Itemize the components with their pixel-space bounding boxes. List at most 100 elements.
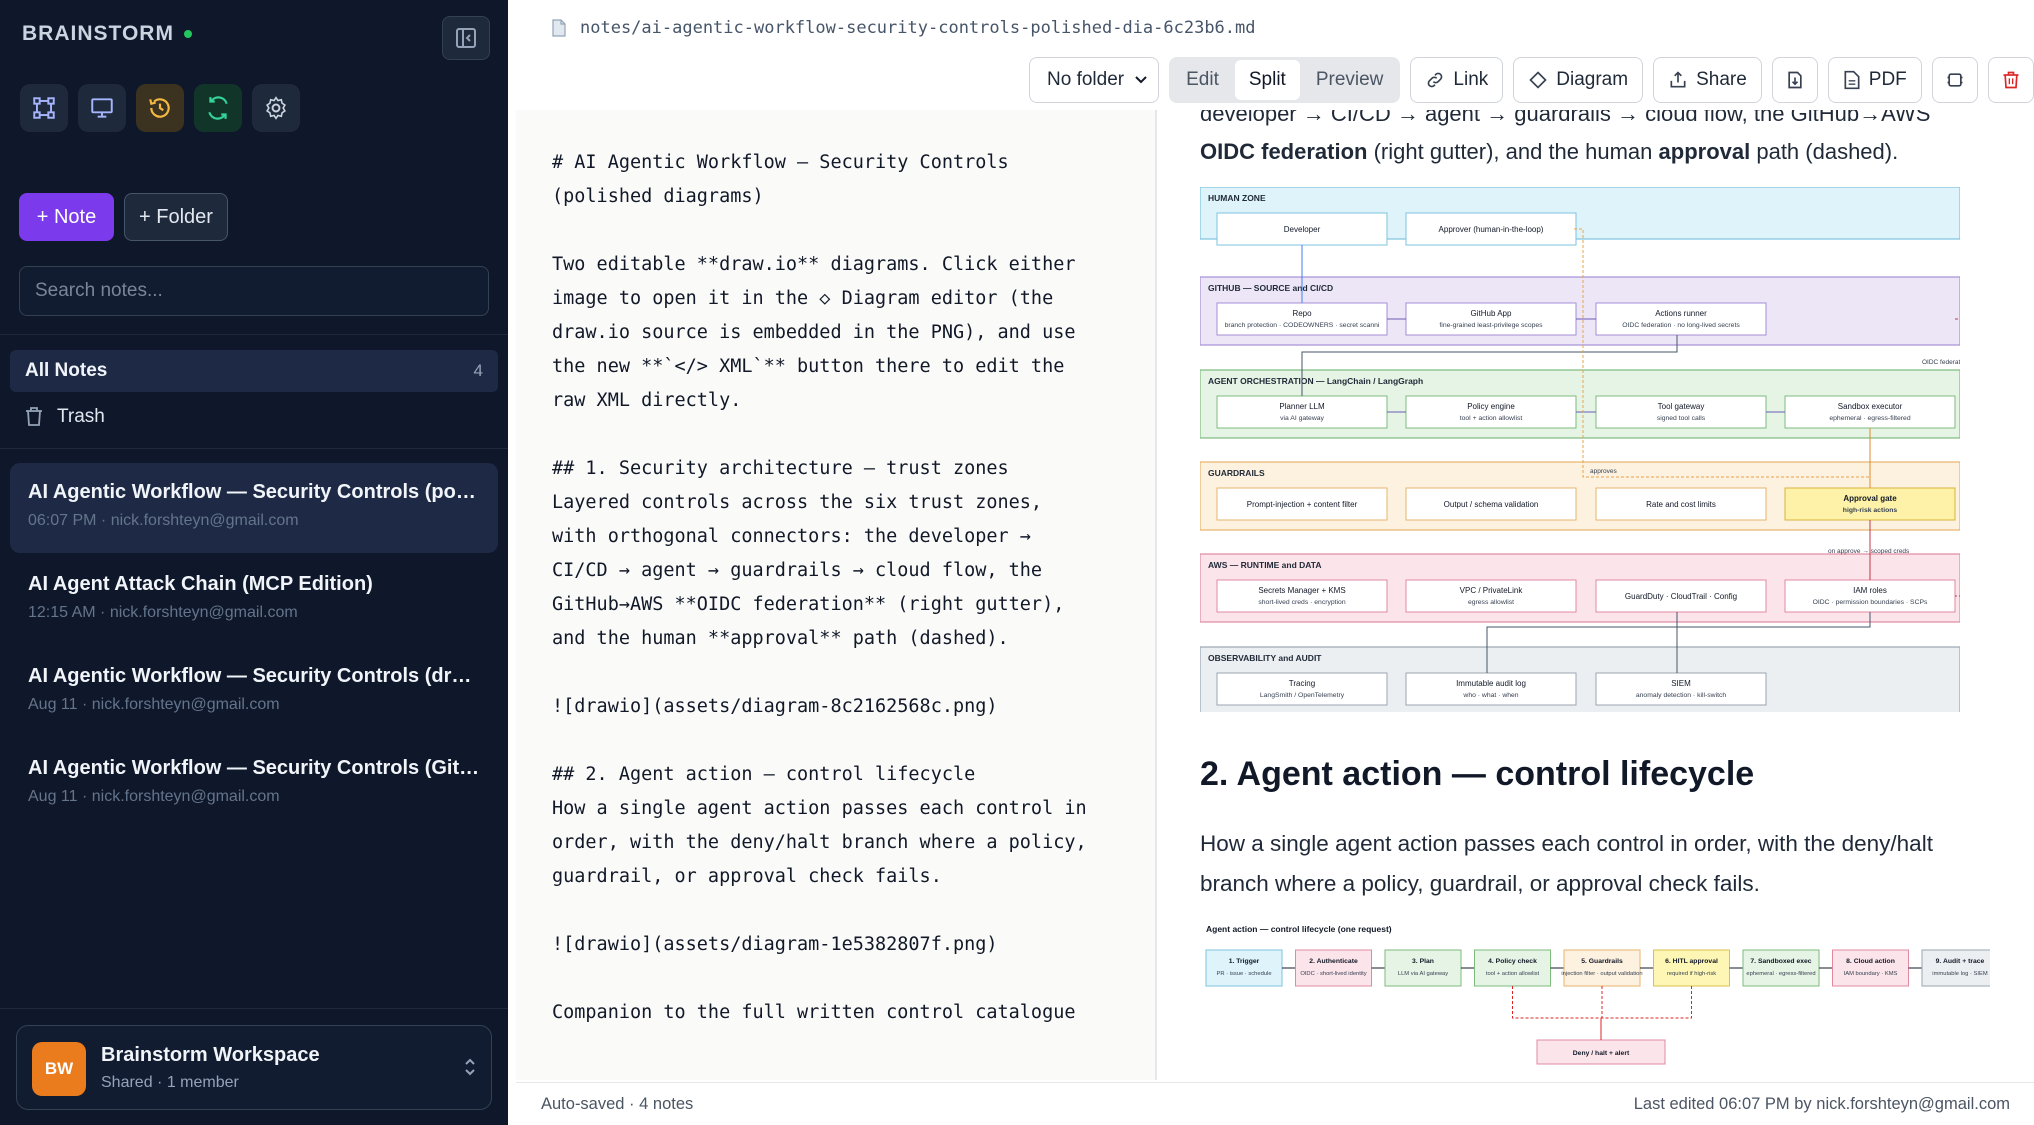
last-edited-status: Last edited 06:07 PM by nick.forshteyn@g… bbox=[1633, 1094, 2010, 1113]
diagram-button[interactable]: Diagram bbox=[1513, 57, 1644, 103]
deny-connector bbox=[1512, 986, 1602, 1040]
autosave-status: Auto-saved · 4 notes bbox=[541, 1094, 694, 1113]
note-list-item[interactable]: AI Agentic Workflow — Security Controls … bbox=[10, 647, 498, 737]
node-sublabel: tool + action allowlist bbox=[1460, 415, 1523, 422]
note-title: AI Agentic Workflow — Security Controls … bbox=[28, 757, 480, 779]
step-label: 9. Audit + trace bbox=[1936, 958, 1985, 965]
lifecycle-step bbox=[1563, 949, 1641, 987]
presentation-icon bbox=[91, 98, 113, 118]
step-sublabel: ephemeral · egress-filtered bbox=[1746, 971, 1815, 977]
node-sublabel: branch protection · CODEOWNERS · secret … bbox=[1225, 322, 1380, 329]
node-label: Approver (human-in-the-loop) bbox=[1439, 225, 1544, 234]
new-note-button[interactable]: + Note bbox=[19, 193, 114, 241]
chevron-down-icon bbox=[1135, 76, 1147, 84]
node-sublabel: OIDC federation · no long-lived secrets bbox=[1622, 322, 1740, 329]
all-notes-item[interactable]: All Notes 4 bbox=[10, 350, 498, 392]
search-input[interactable] bbox=[19, 266, 489, 316]
diagram-tool-button[interactable] bbox=[20, 84, 68, 132]
history-button[interactable] bbox=[136, 84, 184, 132]
zone-title: AWS — RUNTIME and DATA bbox=[1208, 560, 1321, 570]
node-sublabel: OIDC · permission boundaries · SCPs bbox=[1813, 599, 1928, 606]
workspace-switcher[interactable]: BW Brainstorm Workspace Shared · 1 membe… bbox=[16, 1025, 492, 1110]
pdf-button[interactable]: PDF bbox=[1827, 57, 1922, 103]
presentation-button[interactable] bbox=[78, 84, 126, 132]
note-list-item[interactable]: AI Agentic Workflow — Security Controls … bbox=[10, 739, 498, 829]
diagram-title: Agent action — control lifecycle (one re… bbox=[1206, 924, 1392, 934]
step-label: 4. Policy check bbox=[1488, 958, 1537, 965]
step-sublabel: tool + action allowlist bbox=[1486, 971, 1540, 977]
diagram-node bbox=[1216, 579, 1388, 613]
note-meta: Aug 11 · nick.forshteyn@gmail.com bbox=[28, 696, 280, 713]
file-path: notes/ai-agentic-workflow-security-contr… bbox=[580, 18, 1256, 38]
lifecycle-step bbox=[1384, 949, 1462, 987]
deny-label: Deny / halt + alert bbox=[1573, 1050, 1630, 1057]
trash-label: Trash bbox=[57, 406, 105, 427]
note-list-item[interactable]: AI Agentic Workflow — Security Controls … bbox=[10, 463, 498, 553]
mode-preview-button[interactable]: Preview bbox=[1302, 60, 1398, 100]
link-button[interactable]: Link bbox=[1410, 57, 1504, 103]
step-label: 6. HITL approval bbox=[1665, 958, 1718, 965]
view-mode-toggle: Edit Split Preview bbox=[1169, 57, 1401, 103]
control-lifecycle-diagram-image: Agent action — control lifecycle (one re… bbox=[1205, 924, 1999, 1065]
workspace-members: Shared · 1 member bbox=[101, 1074, 239, 1091]
zone-title: GUARDRAILS bbox=[1208, 468, 1265, 478]
node-sublabel: egress allowlist bbox=[1468, 599, 1514, 606]
graph-nodes-icon bbox=[33, 97, 55, 119]
sidebar-collapse-icon bbox=[456, 28, 476, 48]
edge-label: on approve → scoped creds bbox=[1828, 548, 1910, 555]
node-sublabel: high-risk actions bbox=[1843, 507, 1898, 514]
mode-edit-button[interactable]: Edit bbox=[1172, 60, 1233, 100]
node-sublabel: short-lived creds · encryption bbox=[1258, 599, 1345, 606]
gear-icon bbox=[266, 96, 286, 120]
fullscreen-button[interactable] bbox=[1931, 57, 1978, 103]
sync-button[interactable] bbox=[194, 84, 242, 132]
mode-split-button[interactable]: Split bbox=[1234, 60, 1300, 100]
step-sublabel: required if high-risk bbox=[1667, 971, 1716, 977]
lifecycle-step bbox=[1474, 949, 1551, 987]
architecture-diagram[interactable]: HUMAN ZONE Developer Approver (human-in-th… bbox=[1199, 186, 1981, 716]
node-label: Prompt-injection + content filter bbox=[1247, 500, 1358, 509]
status-bar: Auto-saved · 4 notes Last edited 06:07 P… bbox=[516, 1082, 2034, 1125]
lifecycle-step bbox=[1742, 949, 1820, 987]
new-folder-button[interactable]: + Folder bbox=[124, 193, 228, 241]
link-icon bbox=[1428, 72, 1443, 88]
note-meta: Aug 11 · nick.forshteyn@gmail.com bbox=[28, 788, 280, 805]
share-button[interactable]: Share bbox=[1653, 57, 1762, 103]
chevron-up-down-icon bbox=[465, 1058, 475, 1076]
download-button[interactable] bbox=[1771, 57, 1818, 103]
zone-title: GITHUB — SOURCE and CI/CD bbox=[1208, 283, 1333, 293]
node-label: Actions runner bbox=[1655, 309, 1707, 318]
pdf-label: PDF bbox=[1868, 69, 1907, 90]
markdown-editor[interactable]: # AI Agentic Workflow — Security Control… bbox=[516, 110, 1157, 1080]
note-list-item[interactable]: AI Agent Attack Chain (MCP Edition) 12:1… bbox=[10, 555, 498, 645]
online-status-dot bbox=[183, 30, 192, 38]
delete-note-button[interactable] bbox=[1987, 57, 2034, 103]
settings-button[interactable] bbox=[252, 84, 300, 132]
collapse-sidebar-button[interactable] bbox=[442, 16, 490, 60]
workspace-avatar: BW bbox=[32, 1042, 86, 1096]
step-label: 7. Sandboxed exec bbox=[1750, 958, 1811, 965]
note-meta: 06:07 PM · nick.forshteyn@gmail.com bbox=[28, 512, 299, 529]
node-sublabel: fine-grained least-privilege scopes bbox=[1439, 322, 1543, 329]
lifecycle-diagram[interactable]: Agent action — control lifecycle (one re… bbox=[1200, 918, 1999, 1080]
history-icon bbox=[149, 98, 170, 118]
trash-item[interactable]: Trash bbox=[25, 406, 105, 428]
diagram-node bbox=[1595, 302, 1767, 336]
file-path-bar: notes/ai-agentic-workflow-security-contr… bbox=[552, 18, 1256, 38]
lifecycle-step bbox=[1653, 949, 1730, 987]
node-label: Rate and cost limits bbox=[1646, 500, 1716, 509]
step-sublabel: OIDC · short-lived identity bbox=[1300, 971, 1366, 977]
step-sublabel: immutable log · SIEM bbox=[1932, 971, 1988, 977]
folder-select[interactable]: No folder bbox=[1029, 57, 1160, 103]
edge-label: approves bbox=[1590, 468, 1617, 475]
divider bbox=[0, 1008, 508, 1009]
preview-intro-line: developer → CI/CD → agent → guardrails →… bbox=[1200, 110, 1931, 126]
note-title: AI Agentic Workflow — Security Controls … bbox=[28, 665, 480, 687]
node-sublabel: anomaly detection · kill-switch bbox=[1636, 692, 1727, 699]
deny-connector bbox=[1600, 986, 1692, 1040]
node-label: Developer bbox=[1284, 225, 1321, 234]
sync-icon bbox=[208, 96, 228, 120]
step-sublabel: injection filter · output validation bbox=[1561, 971, 1642, 977]
diagram-node bbox=[1216, 395, 1388, 429]
node-label: Output / schema validation bbox=[1444, 500, 1539, 509]
